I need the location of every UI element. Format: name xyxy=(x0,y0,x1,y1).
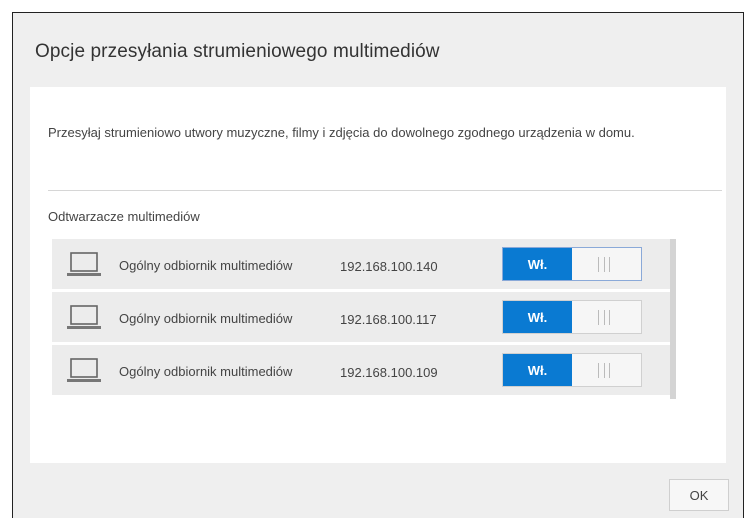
toggle-on-label: Wł. xyxy=(503,301,572,333)
list-item: Ogólny odbiornik multimediów 192.168.100… xyxy=(52,239,670,292)
list-scrollbar[interactable] xyxy=(670,239,676,399)
player-ip: 192.168.100.117 xyxy=(340,312,437,327)
section-label-media-players: Odtwarzacze multimediów xyxy=(48,209,200,224)
player-ip: 192.168.100.140 xyxy=(340,259,438,274)
divider xyxy=(48,190,722,191)
player-name: Ogólny odbiornik multimediów xyxy=(119,258,293,273)
grip-icon xyxy=(598,257,610,272)
laptop-icon xyxy=(67,305,101,329)
grip-icon xyxy=(598,363,610,378)
dialog-title: Opcje przesyłania strumieniowego multime… xyxy=(35,41,440,62)
player-name: Ogólny odbiornik multimediów xyxy=(119,311,293,326)
player-ip: 192.168.100.109 xyxy=(340,365,438,380)
toggle-on-label: Wł. xyxy=(503,354,572,386)
list-item: Ogólny odbiornik multimediów 192.168.100… xyxy=(52,345,670,395)
dialog-description: Przesyłaj strumieniowo utwory muzyczne, … xyxy=(48,125,635,140)
grip-icon xyxy=(598,310,610,325)
media-player-list: Ogólny odbiornik multimediów 192.168.100… xyxy=(52,239,670,395)
laptop-icon xyxy=(67,252,101,276)
laptop-icon xyxy=(67,358,101,382)
content-panel: Przesyłaj strumieniowo utwory muzyczne, … xyxy=(30,87,726,463)
player-toggle[interactable]: Wł. xyxy=(502,300,642,334)
player-name: Ogólny odbiornik multimediów xyxy=(119,364,293,379)
media-streaming-dialog: Opcje przesyłania strumieniowego multime… xyxy=(12,12,744,518)
player-toggle[interactable]: Wł. xyxy=(502,353,642,387)
toggle-on-label: Wł. xyxy=(503,248,572,280)
ok-button[interactable]: OK xyxy=(669,479,729,511)
list-item: Ogólny odbiornik multimediów 192.168.100… xyxy=(52,292,670,345)
player-toggle[interactable]: Wł. xyxy=(502,247,642,281)
